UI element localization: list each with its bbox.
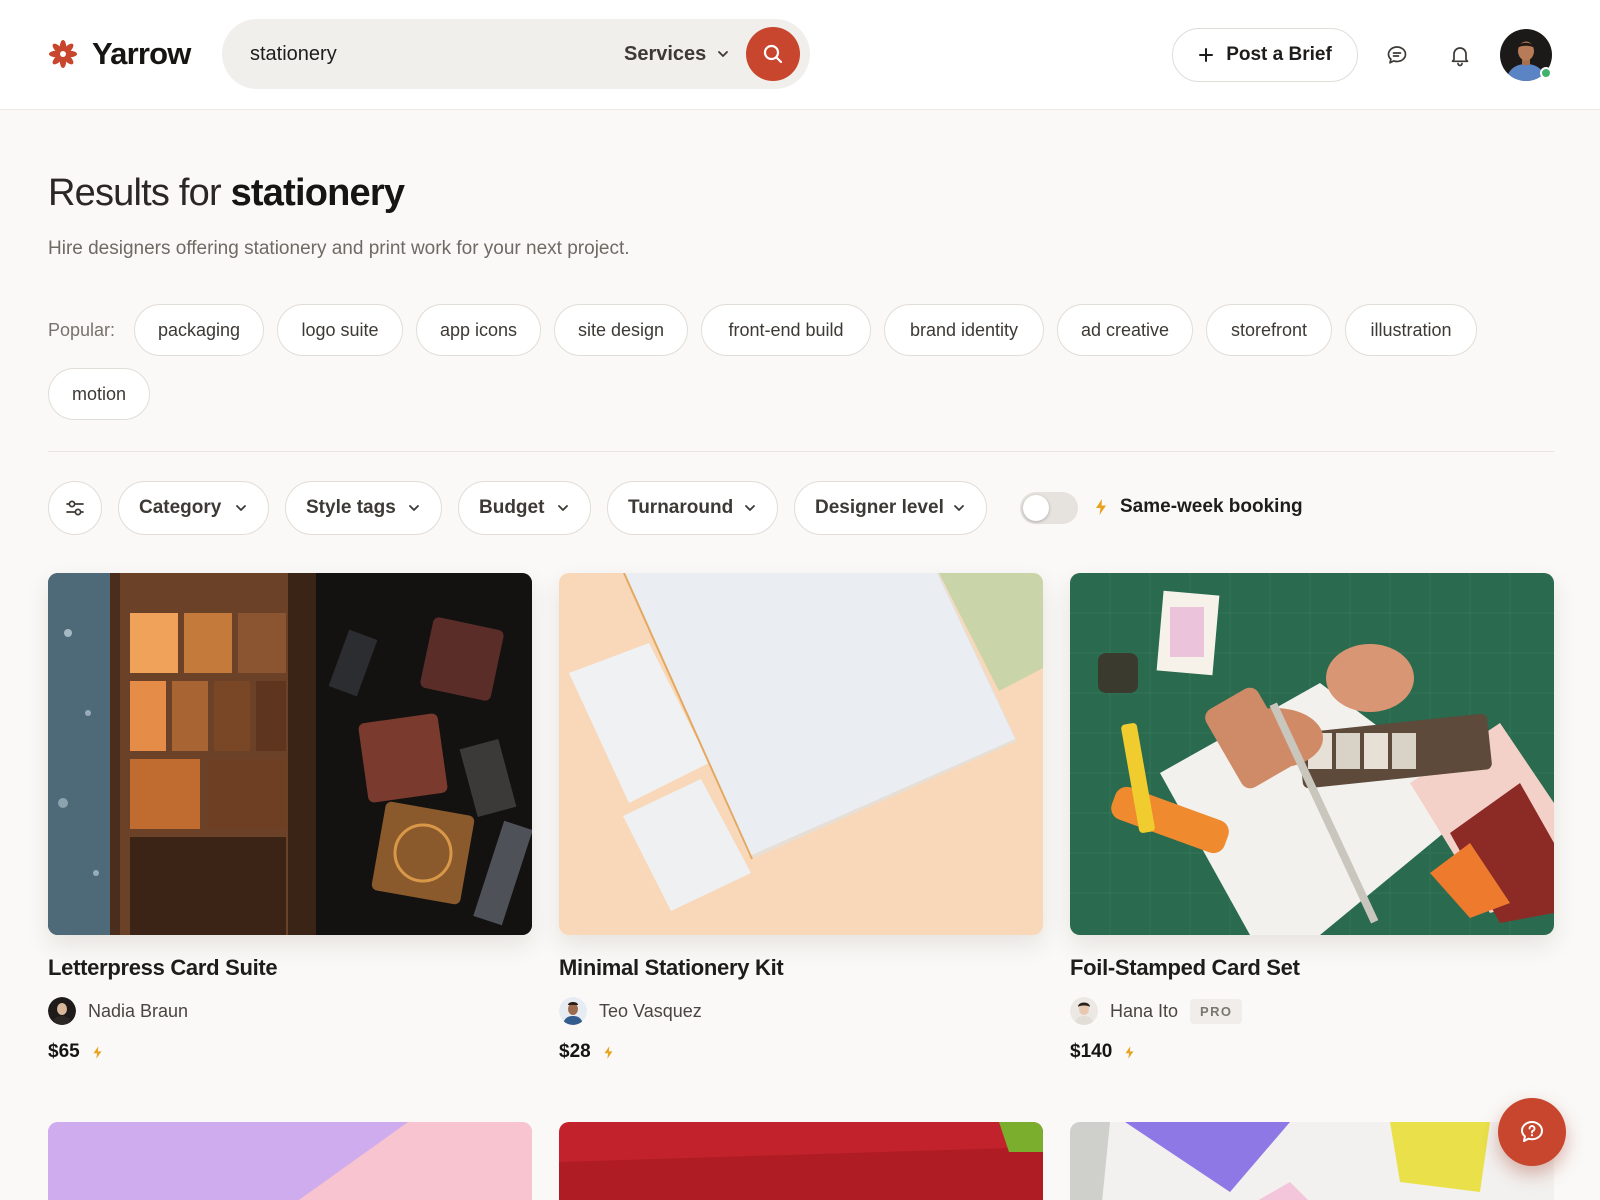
- filter-designer-level[interactable]: Designer level: [794, 481, 987, 535]
- lightning-icon: [1096, 499, 1106, 515]
- search-scope-dropdown[interactable]: Services: [624, 37, 730, 71]
- toggle-knob: [1023, 495, 1049, 521]
- chevron-down-icon: [745, 505, 755, 511]
- filter-label: Style tags: [306, 497, 396, 518]
- filter-label: Category: [139, 497, 222, 518]
- search-scope-label: Services: [624, 42, 707, 65]
- filter-turnaround[interactable]: Turnaround: [607, 481, 778, 535]
- popular-tag[interactable]: brand identity: [884, 304, 1044, 356]
- post-brief-button[interactable]: Post a Brief: [1172, 28, 1358, 82]
- same-week-label: Same-week booking: [1120, 496, 1303, 517]
- popular-tag[interactable]: site design: [554, 304, 688, 356]
- title-prefix: Results for: [48, 172, 222, 214]
- chevron-down-icon: [409, 505, 419, 511]
- card-price: $28: [559, 1041, 591, 1062]
- result-card[interactable]: Minimal Stationery Kit Teo Vasquez $28: [559, 573, 1043, 1063]
- filter-label: Designer level: [815, 497, 944, 518]
- filters-button[interactable]: [48, 481, 102, 535]
- filter-category[interactable]: Category: [118, 481, 269, 535]
- search-icon: [763, 44, 783, 64]
- chevron-down-icon: [236, 505, 246, 511]
- chevron-down-icon: [718, 51, 729, 57]
- card-image[interactable]: [1070, 573, 1554, 935]
- bell-icon: [1451, 47, 1469, 67]
- filter-label: Turnaround: [628, 497, 734, 518]
- card-title[interactable]: Minimal Stationery Kit: [559, 955, 1043, 981]
- seller-name: Hana Ito: [1110, 1000, 1179, 1021]
- popular-tag[interactable]: storefront: [1206, 304, 1332, 356]
- chat-icon: [1387, 46, 1407, 64]
- search-bar: Services: [222, 19, 810, 89]
- sliders-icon: [66, 500, 84, 516]
- filter-budget[interactable]: Budget: [458, 481, 591, 535]
- card-price-row: $140: [1070, 1041, 1554, 1063]
- card-seller[interactable]: Nadia Braun: [48, 997, 532, 1025]
- card-image-partial: [559, 1122, 1043, 1200]
- search-input[interactable]: [250, 37, 580, 71]
- popular-tag[interactable]: app icons: [416, 304, 541, 356]
- popular-tag[interactable]: front-end build: [701, 304, 871, 356]
- foil-stamped-photo: [1070, 573, 1554, 935]
- lightning-icon: [1125, 1045, 1134, 1059]
- card-price-row: $28: [559, 1041, 1043, 1063]
- brand[interactable]: Yarrow: [48, 36, 191, 72]
- result-card[interactable]: Foil-Stamped Card Set Hana Ito PRO $140: [1070, 573, 1554, 1063]
- top-bar: Yarrow Services Post a Brief: [0, 0, 1600, 110]
- plus-icon: [1199, 48, 1214, 62]
- popular-tag[interactable]: motion: [48, 368, 150, 420]
- same-week-toggle[interactable]: [1020, 492, 1078, 524]
- notifications-button[interactable]: [1445, 40, 1475, 70]
- result-card[interactable]: Letterpress Card Suite Nadia Braun $65: [48, 573, 532, 1063]
- popular-tag[interactable]: packaging: [134, 304, 264, 356]
- section-divider: [48, 451, 1554, 452]
- filter-label: Budget: [479, 497, 545, 518]
- result-card-partial[interactable]: [48, 1122, 532, 1200]
- seller-avatar: [1070, 997, 1098, 1025]
- chevron-down-icon: [954, 505, 964, 511]
- card-price: $140: [1070, 1041, 1113, 1062]
- post-brief-label: Post a Brief: [1226, 44, 1332, 65]
- popular-label: Popular:: [48, 320, 116, 340]
- brand-name: Yarrow: [92, 36, 191, 71]
- card-seller[interactable]: Hana Ito PRO: [1070, 997, 1554, 1025]
- card-title[interactable]: Letterpress Card Suite: [48, 955, 532, 981]
- card-title[interactable]: Foil-Stamped Card Set: [1070, 955, 1554, 981]
- stationery-kit-photo: [559, 573, 1043, 935]
- lightning-icon: [604, 1045, 613, 1059]
- seller-avatar: [559, 997, 587, 1025]
- card-price-row: $65: [48, 1041, 532, 1063]
- card-image-partial: [1070, 1122, 1554, 1200]
- page-subtitle: Hire designers offering stationery and p…: [48, 238, 630, 259]
- card-image[interactable]: [559, 573, 1043, 935]
- card-price: $65: [48, 1041, 80, 1062]
- card-image[interactable]: [48, 573, 532, 935]
- messages-button[interactable]: [1382, 40, 1412, 70]
- card-image-partial: [48, 1122, 532, 1200]
- search-button[interactable]: [746, 27, 800, 81]
- user-avatar[interactable]: [1500, 29, 1552, 81]
- page-title: Results for stationery: [48, 172, 405, 215]
- same-week-label-group: Same-week booking: [1094, 496, 1303, 518]
- help-chat-button[interactable]: [1498, 1098, 1566, 1166]
- popular-tag[interactable]: illustration: [1345, 304, 1477, 356]
- popular-tag[interactable]: ad creative: [1057, 304, 1193, 356]
- card-seller[interactable]: Teo Vasquez: [559, 997, 1043, 1025]
- letterpress-photo: [48, 573, 532, 935]
- seller-name: Nadia Braun: [88, 1000, 189, 1021]
- help-chat-icon: [1521, 1121, 1543, 1142]
- result-card-partial[interactable]: [1070, 1122, 1554, 1200]
- result-card-partial[interactable]: [559, 1122, 1043, 1200]
- filter-style-tags[interactable]: Style tags: [285, 481, 442, 535]
- popular-tag[interactable]: logo suite: [277, 304, 403, 356]
- pro-badge: PRO: [1190, 998, 1243, 1024]
- yarrow-logo-icon: [49, 40, 77, 68]
- lightning-icon: [93, 1045, 102, 1059]
- title-query: stationery: [230, 172, 405, 214]
- chevron-down-icon: [558, 505, 568, 511]
- seller-avatar: [48, 997, 76, 1025]
- seller-name: Teo Vasquez: [599, 1000, 702, 1021]
- online-status-dot: [1540, 67, 1552, 79]
